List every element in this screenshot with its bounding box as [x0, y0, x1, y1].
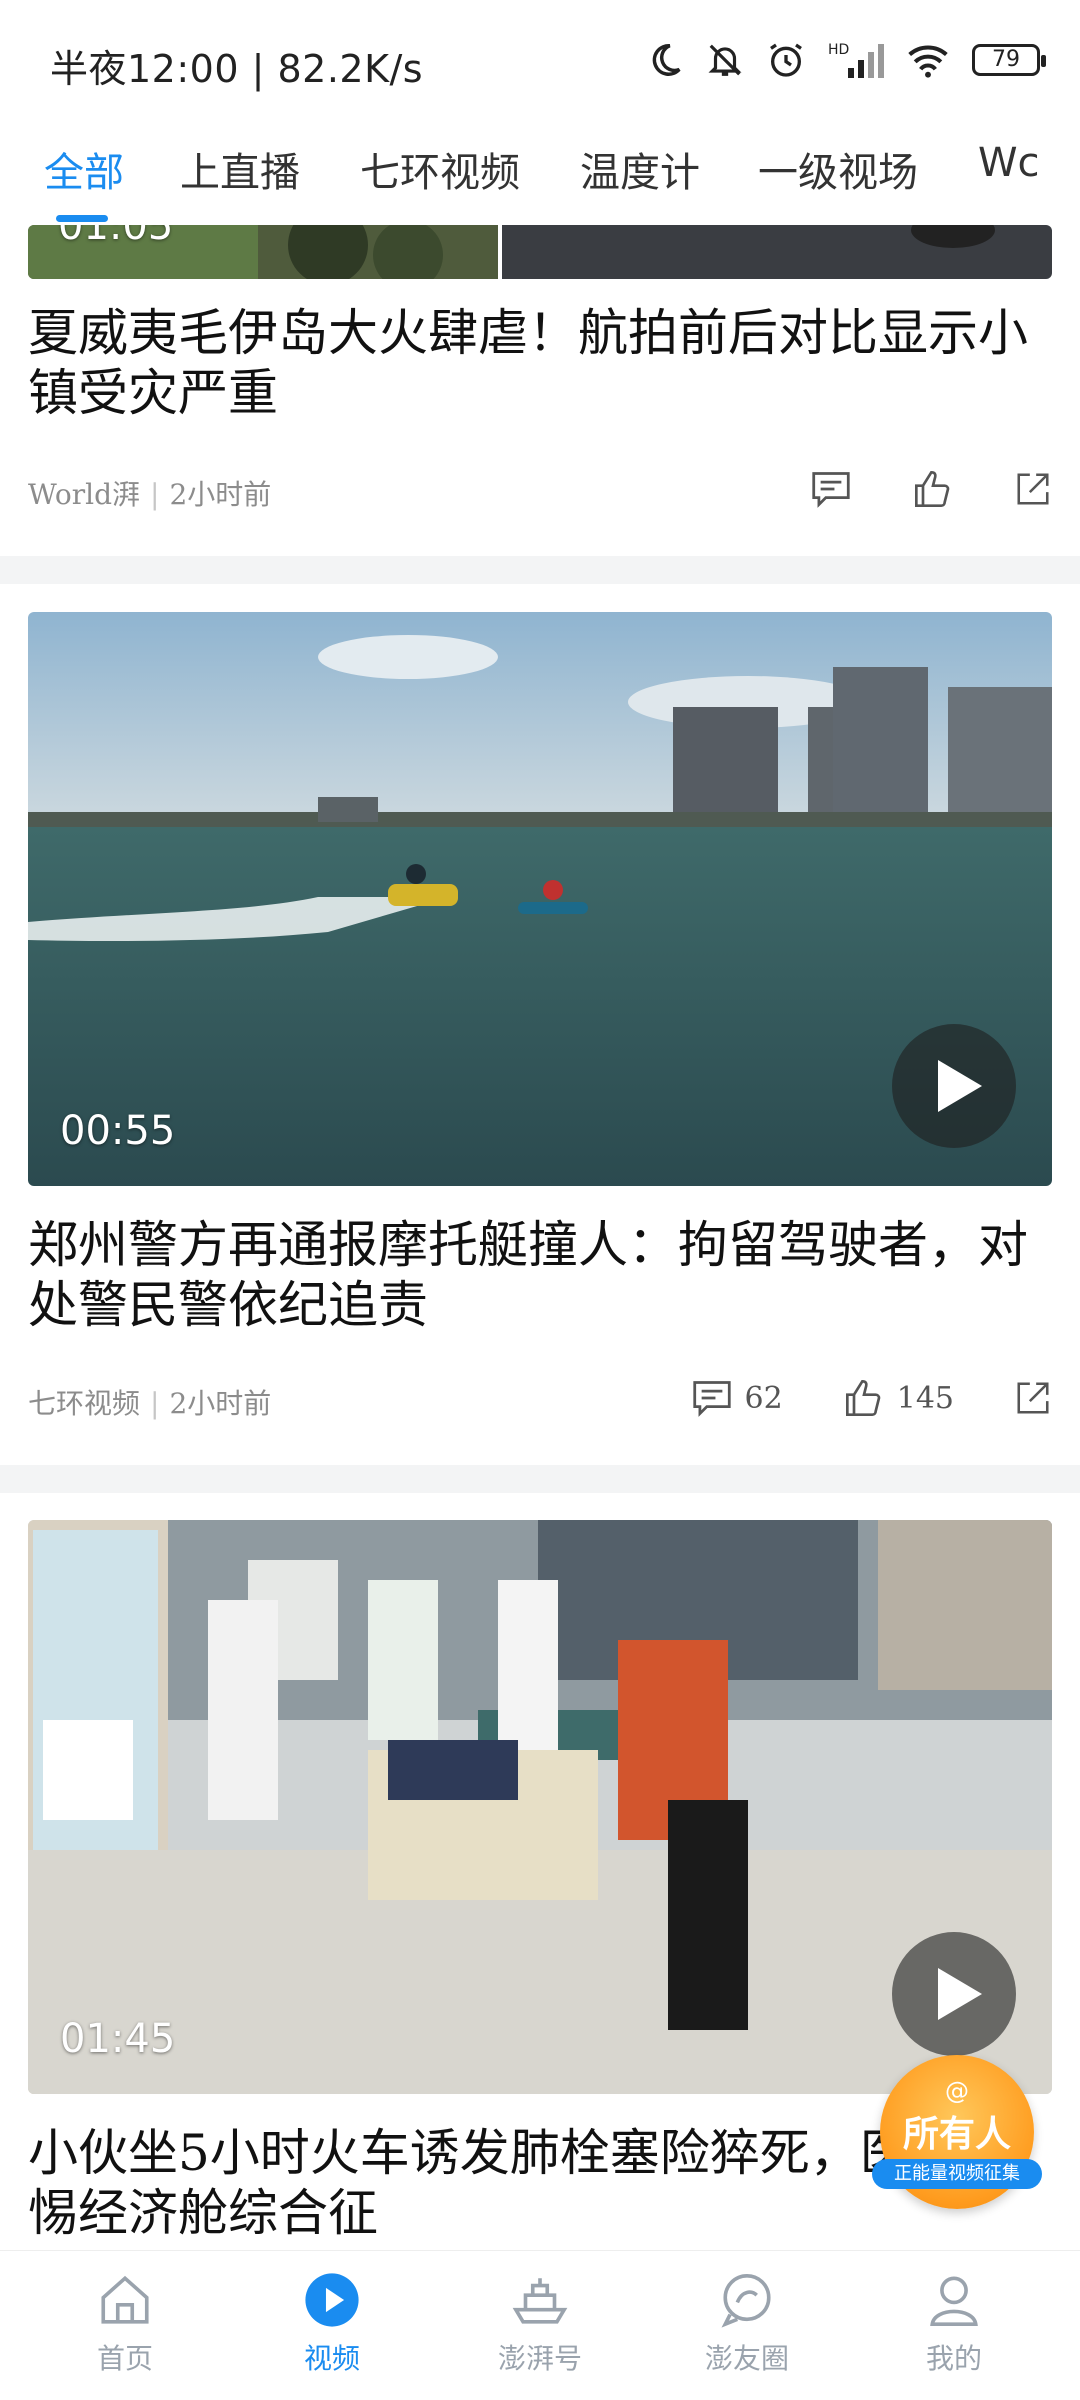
status-bar: 半夜12:00 | 82.2K/s HD 79: [0, 0, 1080, 130]
tab-qihuan-video[interactable]: 七环视频: [360, 140, 520, 198]
badge-sub: 正能量视频征集: [872, 2159, 1042, 2189]
like-count: 145: [896, 1380, 954, 1416]
thumb-up-icon: [845, 1379, 881, 1416]
bell-off-icon: [706, 41, 744, 79]
share-icon: [1017, 473, 1049, 505]
ship-icon: [512, 2278, 568, 2324]
card-meta: World湃 | 2小时前: [28, 478, 272, 511]
tab-wc[interactable]: Wc: [978, 140, 1040, 186]
nav-label: 视频: [303, 2342, 360, 2375]
like-button[interactable]: 145: [843, 1378, 954, 1418]
video-duration: 01:45: [60, 2016, 176, 2062]
chat-icon: [721, 2274, 771, 2328]
video-duration: 00:55: [60, 1108, 176, 1154]
play-icon: [938, 1060, 982, 1112]
share-icon: [1017, 1382, 1049, 1414]
nav-me[interactable]: 我的: [874, 2271, 1034, 2377]
nav-video[interactable]: 视频: [252, 2271, 412, 2377]
card-title[interactable]: 夏威夷毛伊岛大火肆虐！航拍前后对比显示小镇受灾严重: [28, 303, 1052, 423]
video-thumbnail[interactable]: 01:45: [28, 1520, 1052, 2094]
play-button[interactable]: [892, 1932, 1016, 2056]
card-time: 2小时前: [169, 478, 272, 511]
user-icon: [930, 2276, 978, 2326]
card-actions: [750, 469, 1052, 509]
active-tab-indicator: [56, 215, 108, 222]
share-button[interactable]: [1014, 1379, 1052, 1417]
comment-button[interactable]: 62: [691, 1379, 783, 1417]
status-icons: HD 79: [646, 40, 1046, 80]
play-icon: [938, 1968, 982, 2020]
video-thumbnail[interactable]: 00:55: [28, 612, 1052, 1186]
campaign-badge[interactable]: @ 所有人 正能量视频征集: [872, 2055, 1042, 2209]
card-source[interactable]: World湃: [28, 478, 140, 511]
nav-pengpai-hao[interactable]: 澎湃号: [460, 2271, 620, 2377]
channel-tabs: 全部 上直播 七环视频 温度计 一级视场 Wc: [0, 130, 1080, 225]
status-time: 半夜12:00 | 82.2K/s: [50, 47, 424, 91]
like-button[interactable]: [912, 469, 954, 509]
wifi-icon: [906, 41, 950, 79]
card-title[interactable]: 郑州警方再通报摩托艇撞人：拘留驾驶者，对处警民警依纪追责: [28, 1215, 1052, 1335]
video-duration: 01:05: [58, 225, 174, 249]
tab-thermometer[interactable]: 温度计: [580, 140, 700, 198]
card-source[interactable]: 七环视频: [28, 1387, 140, 1420]
card-divider: [0, 556, 1080, 584]
tab-live[interactable]: 上直播: [180, 140, 300, 198]
nav-label: 首页: [96, 2342, 153, 2375]
badge-at: @: [945, 2077, 969, 2105]
thumb-up-icon: [915, 470, 950, 507]
card-meta: 七环视频 | 2小时前: [28, 1387, 272, 1420]
nav-label: 我的: [925, 2342, 982, 2375]
play-button[interactable]: [892, 1024, 1016, 1148]
home-icon: [101, 2275, 149, 2324]
hd-signal-icon: HD: [828, 40, 884, 80]
comment-icon: [692, 1381, 731, 1417]
share-button[interactable]: [1014, 470, 1052, 508]
comment-button[interactable]: [810, 470, 852, 508]
play-icon: [305, 2273, 359, 2327]
battery-icon: 79: [972, 44, 1046, 76]
tab-all[interactable]: 全部: [44, 140, 124, 198]
tab-first-view[interactable]: 一级视场: [758, 140, 918, 198]
card-time: 2小时前: [169, 1387, 272, 1420]
card-divider: [0, 1465, 1080, 1493]
comment-count: 62: [744, 1380, 783, 1416]
video-feed[interactable]: 01:05 夏威夷毛伊岛大火肆虐！航拍前后对比显示小镇受灾严重 World湃 | 2…: [0, 225, 1080, 2250]
video-thumbnail[interactable]: 01:05: [28, 225, 1052, 279]
nav-label: 澎湃号: [497, 2342, 582, 2375]
alarm-icon: [766, 40, 806, 80]
card-actions: 62 145: [631, 1378, 1052, 1418]
nav-home[interactable]: 首页: [45, 2271, 205, 2377]
comment-icon: [812, 472, 850, 508]
badge-main: 所有人: [902, 2114, 1011, 2155]
nav-label: 澎友圈: [704, 2342, 789, 2375]
bottom-nav: 首页 视频 澎湃号 澎友圈 我的: [0, 2250, 1080, 2400]
nav-friends-circle[interactable]: 澎友圈: [667, 2271, 827, 2377]
svg-text:HD: HD: [828, 42, 849, 58]
moon-icon: [646, 41, 684, 79]
